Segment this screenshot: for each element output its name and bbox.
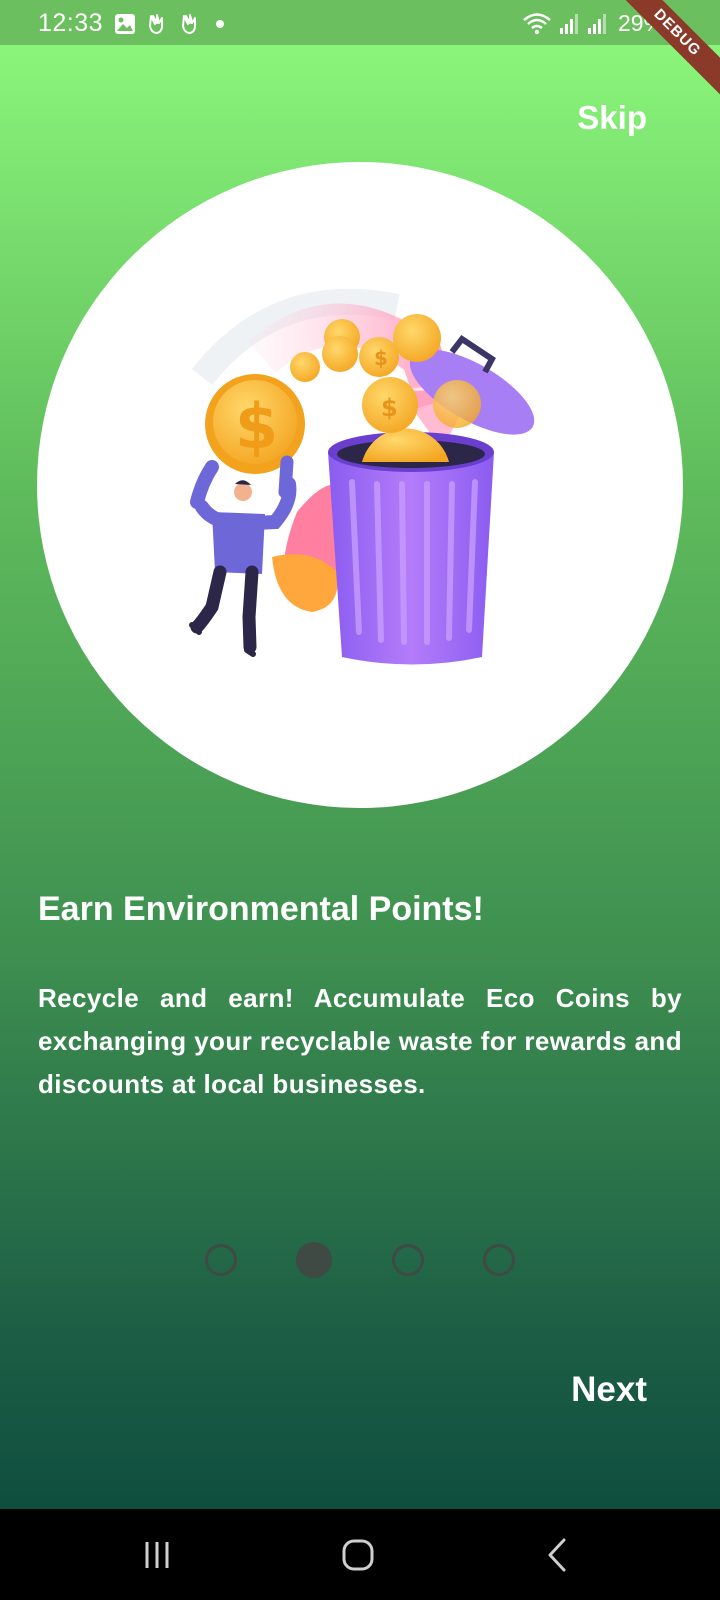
page-dot-3[interactable] xyxy=(391,1244,424,1276)
page-description: Recycle and earn! Accumulate Eco Coins b… xyxy=(38,983,682,1099)
wifi-icon xyxy=(523,12,551,34)
image-icon xyxy=(115,14,135,34)
recent-apps-icon[interactable] xyxy=(137,1534,181,1578)
svg-text:$: $ xyxy=(235,390,278,463)
page-dot-2-active[interactable] xyxy=(296,1242,333,1278)
page-title: Earn Environmental Points! xyxy=(38,890,484,928)
home-icon[interactable] xyxy=(338,1534,382,1578)
person-throwing-coins-into-trash-can-illustration: $ $ $ xyxy=(189,288,535,665)
page-dot-1[interactable] xyxy=(205,1244,237,1276)
gesture-icon xyxy=(182,14,196,34)
notification-icons xyxy=(114,12,229,36)
onboarding-screen: 12:33 29% DEBUG Skip $ $ $ Earn Environm… xyxy=(0,0,720,1600)
signal-icon xyxy=(588,13,606,34)
signal-icon xyxy=(560,13,578,34)
svg-text:$: $ xyxy=(381,394,398,422)
page-dot-4[interactable] xyxy=(482,1244,515,1276)
illustration-container: $ $ $ xyxy=(37,162,683,808)
back-icon[interactable] xyxy=(540,1534,584,1578)
onboarding-page: Skip $ $ $ Earn Environmental Points! Re… xyxy=(0,45,720,1509)
status-bar: 12:33 29% xyxy=(0,0,720,45)
svg-text:$: $ xyxy=(374,346,388,370)
page-indicator xyxy=(205,1242,515,1278)
system-nav-bar xyxy=(0,1509,720,1600)
next-button[interactable]: Next xyxy=(571,1370,647,1410)
dot-icon xyxy=(216,20,224,28)
skip-button[interactable]: Skip xyxy=(577,99,647,137)
gesture-icon xyxy=(149,14,163,34)
status-time: 12:33 xyxy=(38,9,104,37)
